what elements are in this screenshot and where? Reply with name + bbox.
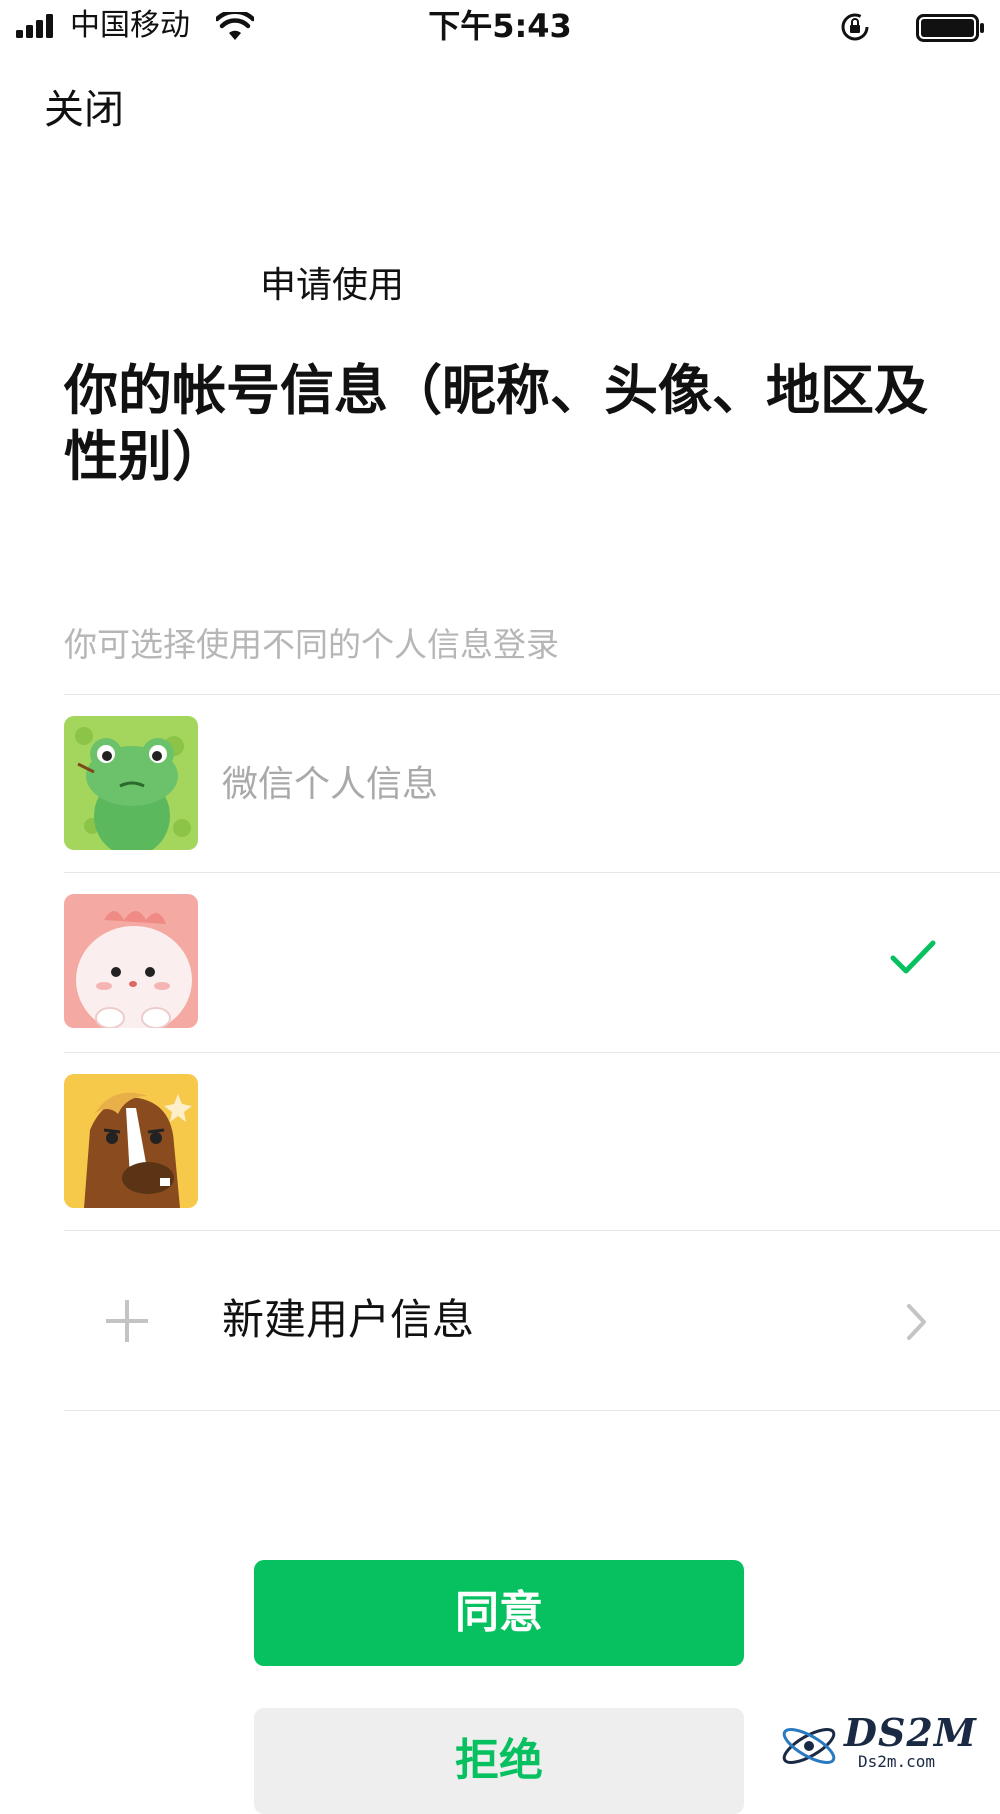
watermark-text: DS2M	[844, 1710, 977, 1755]
agree-button[interactable]: 同意	[254, 1560, 744, 1666]
divider	[64, 1410, 1000, 1411]
watermark-subtext: Ds2m.com	[858, 1752, 936, 1771]
divider	[64, 694, 1000, 695]
profile-option-wechat[interactable]: 微信个人信息	[64, 696, 1000, 874]
horse-avatar	[64, 1074, 198, 1208]
profile-option-3[interactable]	[64, 1054, 1000, 1232]
close-button[interactable]: 关闭	[44, 86, 124, 134]
page-title: 你的帐号信息（昵称、头像、地区及性别）	[64, 359, 928, 488]
checkmark-icon	[890, 940, 936, 974]
plus-icon	[106, 1300, 148, 1342]
pink-creature-avatar	[64, 894, 198, 1028]
watermark: DS2M Ds2m.com	[778, 1712, 988, 1776]
frog-avatar	[64, 716, 198, 850]
chevron-right-icon	[907, 1304, 926, 1340]
status-bar: 中国移动 下午5:43	[0, 0, 1000, 56]
divider	[64, 872, 1000, 873]
request-label: 申请使用	[260, 265, 405, 306]
reject-button[interactable]: 拒绝	[254, 1708, 744, 1814]
atom-logo-icon	[782, 1728, 836, 1764]
battery-icon	[916, 14, 984, 42]
new-profile-label: 新建用户信息	[222, 1295, 475, 1344]
new-profile-row[interactable]: 新建用户信息	[64, 1232, 1000, 1410]
divider	[64, 1230, 1000, 1231]
profile-option-2[interactable]	[64, 874, 1000, 1052]
rotation-lock-icon	[841, 13, 869, 41]
divider	[64, 1052, 1000, 1053]
hint-text: 你可选择使用不同的个人信息登录	[64, 625, 559, 664]
profile-label: 微信个人信息	[222, 764, 439, 805]
